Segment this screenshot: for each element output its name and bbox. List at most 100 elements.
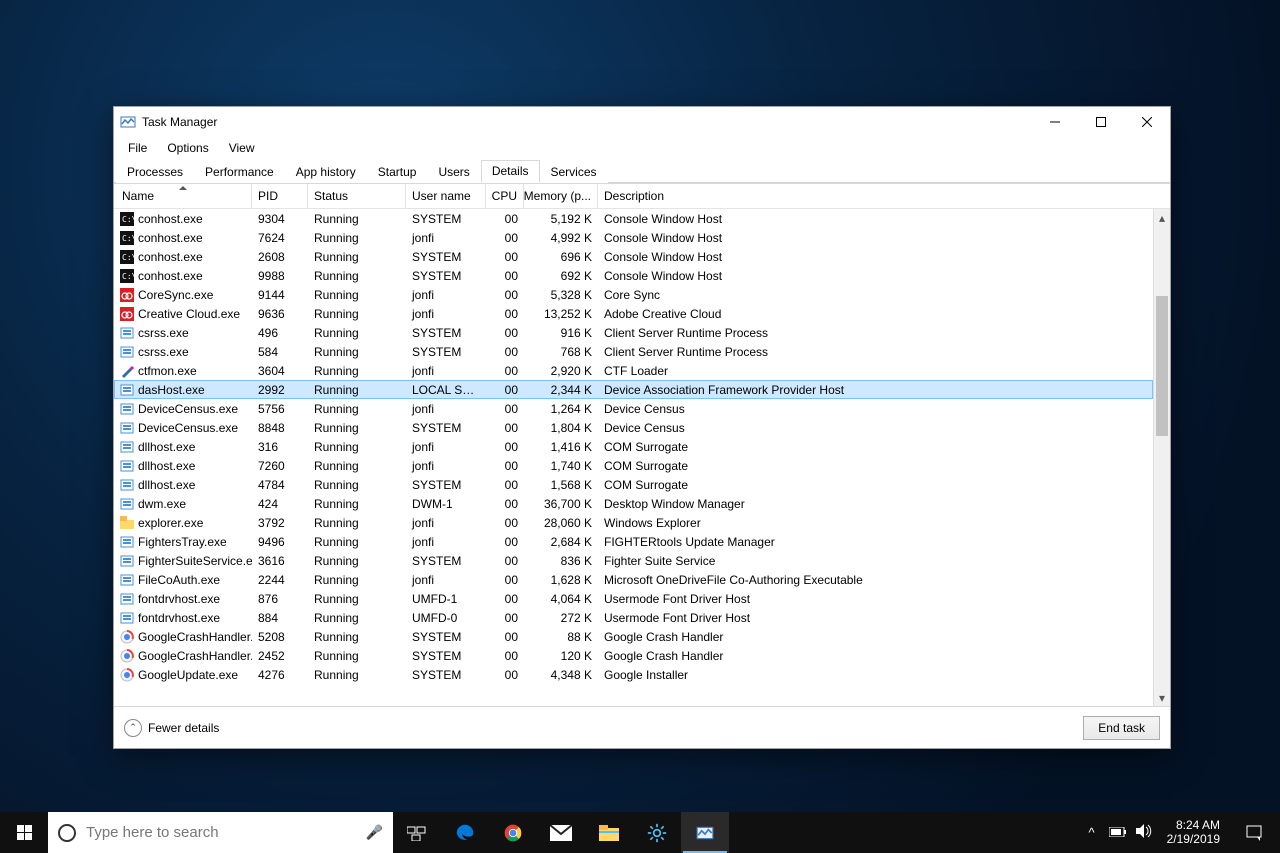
process-user: SYSTEM [406, 668, 486, 682]
battery-icon[interactable] [1109, 825, 1127, 840]
close-button[interactable] [1124, 107, 1170, 137]
table-row[interactable]: FightersTray.exe9496Runningjonfi002,684 … [114, 532, 1153, 551]
col-description[interactable]: Description [598, 184, 1170, 208]
table-body[interactable]: C:\conhost.exe9304RunningSYSTEM005,192 K… [114, 209, 1170, 706]
table-row[interactable]: C:\conhost.exe9304RunningSYSTEM005,192 K… [114, 209, 1153, 228]
table-row[interactable]: DeviceCensus.exe5756Runningjonfi001,264 … [114, 399, 1153, 418]
process-pid: 2244 [252, 573, 308, 587]
scroll-thumb[interactable] [1156, 296, 1168, 436]
tab-services[interactable]: Services [540, 161, 608, 183]
end-task-button[interactable]: End task [1083, 716, 1160, 740]
table-row[interactable]: FighterSuiteService.e...3616RunningSYSTE… [114, 551, 1153, 570]
menu-options[interactable]: Options [157, 139, 218, 157]
tab-processes[interactable]: Processes [116, 161, 194, 183]
tray-chevron-icon[interactable]: ^ [1083, 825, 1101, 840]
process-pid: 9496 [252, 535, 308, 549]
process-memory: 28,060 K [524, 516, 598, 530]
process-status: Running [308, 573, 406, 587]
menu-file[interactable]: File [118, 139, 157, 157]
table-row[interactable]: Creative Cloud.exe9636Runningjonfi0013,2… [114, 304, 1153, 323]
table-row[interactable]: dllhost.exe316Runningjonfi001,416 KCOM S… [114, 437, 1153, 456]
maximize-button[interactable] [1078, 107, 1124, 137]
process-pid: 9144 [252, 288, 308, 302]
menu-view[interactable]: View [219, 139, 265, 157]
table-row[interactable]: DeviceCensus.exe8848RunningSYSTEM001,804… [114, 418, 1153, 437]
table-row[interactable]: C:\conhost.exe2608RunningSYSTEM00696 KCo… [114, 247, 1153, 266]
table-row[interactable]: dwm.exe424RunningDWM-10036,700 KDesktop … [114, 494, 1153, 513]
process-status: Running [308, 592, 406, 606]
process-user: SYSTEM [406, 649, 486, 663]
scrollbar[interactable]: ▴ ▾ [1153, 209, 1170, 706]
tab-users[interactable]: Users [427, 161, 480, 183]
table-row[interactable]: GoogleCrashHandler...5208RunningSYSTEM00… [114, 627, 1153, 646]
table-row[interactable]: ctfmon.exe3604Runningjonfi002,920 KCTF L… [114, 361, 1153, 380]
process-description: Google Crash Handler [598, 649, 1153, 663]
process-icon [120, 402, 134, 416]
action-center-icon[interactable] [1234, 812, 1274, 853]
task-view-button[interactable] [393, 812, 441, 853]
table-row[interactable]: csrss.exe584RunningSYSTEM00768 KClient S… [114, 342, 1153, 361]
process-icon: C:\ [120, 231, 134, 245]
tab-details[interactable]: Details [481, 160, 540, 183]
col-cpu[interactable]: CPU [486, 184, 524, 208]
process-user: jonfi [406, 402, 486, 416]
process-name: CoreSync.exe [138, 288, 213, 302]
process-icon [120, 649, 134, 663]
process-memory: 1,416 K [524, 440, 598, 454]
process-description: COM Surrogate [598, 478, 1153, 492]
start-button[interactable] [0, 812, 48, 853]
settings-gear-icon[interactable] [633, 812, 681, 853]
tab-performance[interactable]: Performance [194, 161, 285, 183]
volume-icon[interactable] [1135, 824, 1153, 841]
col-memory[interactable]: Memory (p... [524, 184, 598, 208]
col-pid[interactable]: PID [252, 184, 308, 208]
scroll-down[interactable]: ▾ [1154, 689, 1170, 706]
process-pid: 9304 [252, 212, 308, 226]
col-name[interactable]: Name [114, 184, 252, 208]
table-row[interactable]: C:\conhost.exe9988RunningSYSTEM00692 KCo… [114, 266, 1153, 285]
table-row[interactable]: dllhost.exe4784RunningSYSTEM001,568 KCOM… [114, 475, 1153, 494]
process-status: Running [308, 345, 406, 359]
table-row[interactable]: GoogleUpdate.exe4276RunningSYSTEM004,348… [114, 665, 1153, 684]
col-user[interactable]: User name [406, 184, 486, 208]
mail-icon[interactable] [537, 812, 585, 853]
table-row[interactable]: CoreSync.exe9144Runningjonfi005,328 KCor… [114, 285, 1153, 304]
chrome-icon[interactable] [489, 812, 537, 853]
tab-startup[interactable]: Startup [367, 161, 428, 183]
col-status[interactable]: Status [308, 184, 406, 208]
process-cpu: 00 [486, 516, 524, 530]
table-row[interactable]: fontdrvhost.exe876RunningUMFD-1004,064 K… [114, 589, 1153, 608]
table-row[interactable]: explorer.exe3792Runningjonfi0028,060 KWi… [114, 513, 1153, 532]
titlebar[interactable]: Task Manager [114, 107, 1170, 137]
table-row[interactable]: dllhost.exe7260Runningjonfi001,740 KCOM … [114, 456, 1153, 475]
process-memory: 4,348 K [524, 668, 598, 682]
process-icon [120, 459, 134, 473]
taskbar-search[interactable]: Type here to search 🎤 [48, 812, 393, 853]
table-row[interactable]: fontdrvhost.exe884RunningUMFD-000272 KUs… [114, 608, 1153, 627]
table-row[interactable]: FileCoAuth.exe2244Runningjonfi001,628 KM… [114, 570, 1153, 589]
process-pid: 2452 [252, 649, 308, 663]
process-pid: 9988 [252, 269, 308, 283]
edge-icon[interactable] [441, 812, 489, 853]
process-name: conhost.exe [138, 212, 203, 226]
table-row[interactable]: csrss.exe496RunningSYSTEM00916 KClient S… [114, 323, 1153, 342]
window-title: Task Manager [142, 115, 1032, 129]
mic-icon[interactable]: 🎤 [366, 824, 383, 841]
clock[interactable]: 8:24 AM 2/19/2019 [1161, 819, 1226, 847]
cortana-icon [58, 824, 76, 842]
process-description: Client Server Runtime Process [598, 326, 1153, 340]
task-manager-taskbar-icon[interactable] [681, 812, 729, 853]
process-cpu: 00 [486, 231, 524, 245]
fewer-details-button[interactable]: ⌃ Fewer details [124, 719, 219, 737]
tab-app-history[interactable]: App history [285, 161, 367, 183]
scroll-up[interactable]: ▴ [1154, 209, 1170, 226]
clock-date: 2/19/2019 [1167, 833, 1220, 847]
table-row[interactable]: C:\conhost.exe7624Runningjonfi004,992 KC… [114, 228, 1153, 247]
windows-logo-icon [17, 825, 32, 840]
file-explorer-icon[interactable] [585, 812, 633, 853]
search-placeholder: Type here to search [86, 824, 356, 841]
minimize-button[interactable] [1032, 107, 1078, 137]
table-row[interactable]: GoogleCrashHandler...2452RunningSYSTEM00… [114, 646, 1153, 665]
table-row[interactable]: dasHost.exe2992RunningLOCAL SE...002,344… [114, 380, 1153, 399]
process-status: Running [308, 421, 406, 435]
